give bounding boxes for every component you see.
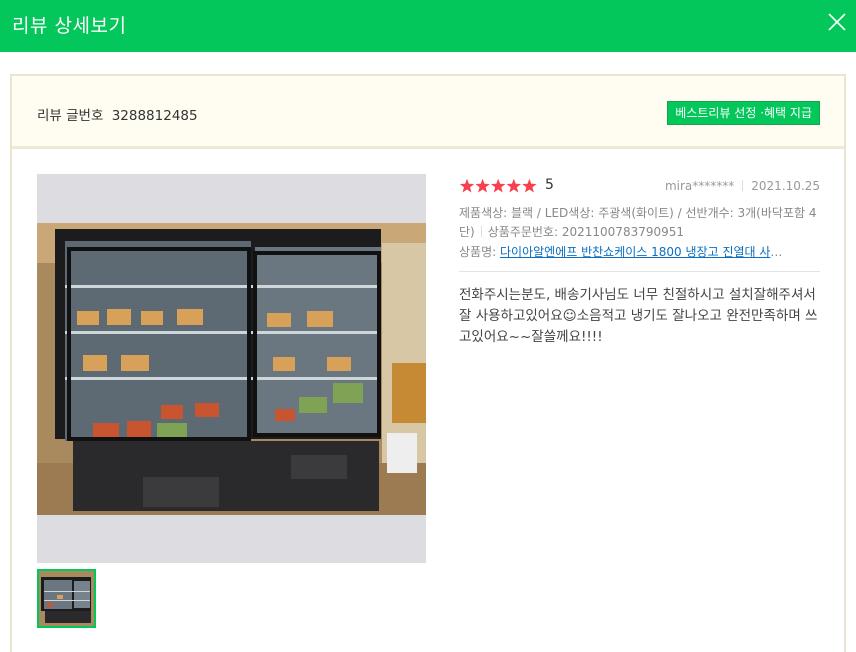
review-date: 2021.10.25 [751, 179, 820, 193]
star-icon [490, 178, 506, 193]
reviewer-id: mira******* [664, 179, 735, 193]
star-icon [522, 178, 537, 193]
review-number-bar: 리뷰 글번호 3288812485 베스트리뷰 선정 ·혜택 지급 [12, 76, 844, 149]
review-number: 리뷰 글번호 3288812485 [37, 104, 198, 124]
ellipsis: … [770, 245, 783, 259]
separator [480, 225, 482, 237]
product-name-link[interactable]: 다이아알엔에프 반찬쇼케이스 1800 냉장고 진열대 사 [500, 245, 770, 259]
product-options: 제품색상: 블랙 / LED색상: 주광색(화이트) / 선반개수: 3개(바닥… [459, 204, 820, 241]
modal-title: 리뷰 상세보기 [12, 15, 127, 37]
star-icon [459, 178, 475, 193]
photo-thumbnail[interactable] [37, 569, 96, 628]
modal-header: 리뷰 상세보기 [0, 0, 856, 52]
star-icon [506, 178, 522, 193]
review-body-text: 전화주시는분도, 배송기사님도 너무 친절하시고 설치잘해주셔서 잘 사용하고있… [459, 287, 818, 345]
review-number-label: 리뷰 글번호 [37, 108, 104, 124]
order-number-label: 상품주문번호: [487, 224, 559, 239]
review-photo-viewer[interactable] [37, 174, 426, 563]
star-rating [459, 178, 537, 193]
user-date: mira******* 2021.10.25 [665, 179, 820, 193]
photo-thumbnail-image [39, 571, 94, 626]
best-review-badge: 베스트리뷰 선정 ·혜택 지급 [667, 101, 820, 125]
divider [459, 271, 820, 272]
product-name-line: 상품명: 다이아알엔에프 반찬쇼케이스 1800 냉장고 진열대 사… [459, 243, 820, 261]
star-icon [475, 178, 490, 193]
review-photo [37, 223, 426, 515]
review-number-value: 3288812485 [111, 108, 198, 124]
separator [742, 180, 744, 191]
close-icon[interactable] [826, 11, 848, 33]
order-number-value: 2021100783790951 [561, 224, 685, 239]
product-name-label: 상품명: [459, 245, 497, 259]
rating-score: 5 [545, 177, 554, 193]
